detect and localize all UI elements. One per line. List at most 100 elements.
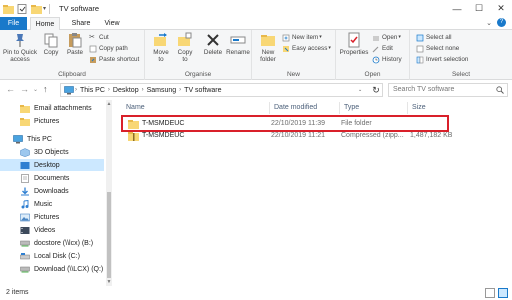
cut-label: Cut xyxy=(99,34,109,41)
address-row: ← → ⌄ ↑ › This PC › Desktop › Samsung › … xyxy=(0,80,512,100)
status-bar: 2 items xyxy=(0,286,512,300)
select-none-icon xyxy=(416,45,424,52)
column-header-date-modified[interactable]: Date modified xyxy=(270,102,340,114)
details-view-icon[interactable] xyxy=(485,288,495,298)
breadcrumb-desktop[interactable]: Desktop xyxy=(113,87,139,94)
nav-item-this-pc[interactable]: This PC xyxy=(0,133,104,145)
delete-label: Delete xyxy=(203,49,223,56)
breadcrumb-tv-software[interactable]: TV software xyxy=(184,87,221,94)
column-header-size[interactable]: Size xyxy=(408,102,458,114)
pin-quick-access-button[interactable]: Pin to Quick access xyxy=(2,32,38,63)
address-bar[interactable]: › This PC › Desktop › Samsung › TV softw… xyxy=(60,83,383,97)
breadcrumb-samsung[interactable]: Samsung xyxy=(147,87,177,94)
cut-button[interactable]: ✂ Cut xyxy=(89,33,109,42)
nav-scrollbar[interactable]: ▲ ▼ xyxy=(106,100,112,286)
new-item-icon xyxy=(282,34,290,41)
column-header-name[interactable]: Name xyxy=(122,102,270,114)
open-icon xyxy=(373,35,379,41)
up-arrow-icon[interactable]: ↑ xyxy=(43,84,48,94)
scroll-up-icon[interactable]: ▲ xyxy=(106,101,112,107)
select-none-label: Select none xyxy=(426,45,460,52)
folder-icon xyxy=(20,104,30,113)
easy-access-button[interactable]: Easy access ▾ xyxy=(282,44,331,53)
pin-icon xyxy=(16,34,24,47)
new-folder-button[interactable]: New folder xyxy=(256,32,280,63)
back-arrow-icon[interactable]: ← xyxy=(6,84,15,94)
refresh-icon[interactable]: ↻ xyxy=(369,83,383,97)
copy-to-button[interactable]: Copy to xyxy=(175,32,195,63)
nav-item-pictures[interactable]: Pictures xyxy=(0,211,104,223)
rename-button[interactable]: Rename xyxy=(226,32,250,56)
forward-arrow-icon[interactable]: → xyxy=(20,84,29,94)
move-to-label: Move to xyxy=(153,49,169,63)
open-label: Open xyxy=(382,34,398,41)
help-icon[interactable]: ? xyxy=(497,18,506,27)
select-group-label: Select xyxy=(451,71,471,78)
window-title: TV software xyxy=(59,4,100,13)
copy-path-button[interactable]: Copy path xyxy=(89,44,128,53)
select-all-label: Select all xyxy=(426,34,452,41)
search-placeholder: Search TV software xyxy=(393,86,455,93)
tab-file[interactable]: File xyxy=(0,17,27,30)
quick-access-dropdown-icon[interactable]: ▾ xyxy=(43,5,46,12)
nav-item-docstore-drive[interactable]: docstore (\\lcx) (B:) xyxy=(0,237,104,249)
ribbon-collapse-icon[interactable]: ⌄ xyxy=(486,19,492,27)
address-dropdown-icon[interactable]: ⌄ xyxy=(358,87,362,93)
edit-label: Edit xyxy=(382,45,393,52)
delete-button[interactable]: Delete xyxy=(202,32,224,56)
select-group: Select all Select none Invert selection … xyxy=(410,30,512,80)
nav-item-label: Local Disk (C:) xyxy=(34,252,80,260)
nav-item-desktop[interactable]: Desktop xyxy=(0,159,104,171)
nav-item-download-drive[interactable]: Download (\\LCX) (Q:) xyxy=(0,263,104,275)
file-name: T-MSMDEUC xyxy=(142,132,185,139)
new-folder-icon xyxy=(261,35,275,46)
nav-item-videos[interactable]: Videos xyxy=(0,224,104,236)
history-label: History xyxy=(382,56,402,63)
minimize-button[interactable]: — xyxy=(446,0,468,17)
properties-button[interactable]: Properties xyxy=(338,32,370,56)
nav-item-label: This PC xyxy=(27,135,52,143)
nav-item-email-attachments[interactable]: Email attachments xyxy=(0,102,104,114)
edit-button[interactable]: Edit xyxy=(372,44,393,53)
nav-item-3d-objects[interactable]: 3D Objects xyxy=(0,146,104,158)
scrollbar-thumb[interactable] xyxy=(107,192,111,278)
properties-quick-access-icon[interactable] xyxy=(17,3,28,14)
select-all-button[interactable]: Select all xyxy=(416,33,452,42)
history-button[interactable]: History xyxy=(372,55,402,64)
new-item-button[interactable]: New item ▾ xyxy=(282,33,322,42)
move-to-button[interactable]: Move to xyxy=(151,32,171,63)
nav-item-music[interactable]: Music xyxy=(0,198,104,210)
large-icons-view-icon[interactable] xyxy=(498,288,508,298)
nav-item-local-disk[interactable]: Local Disk (C:) xyxy=(0,250,104,262)
organise-group: Move to Copy to Delete Rename Organise xyxy=(145,30,252,80)
maximize-button[interactable]: ☐ xyxy=(468,0,490,17)
column-header-type[interactable]: Type xyxy=(340,102,408,114)
nav-item-label: 3D Objects xyxy=(34,148,69,156)
paste-shortcut-label: Paste shortcut xyxy=(99,56,140,63)
videos-icon xyxy=(20,226,30,234)
paste-shortcut-button[interactable]: Paste shortcut xyxy=(89,55,139,64)
nav-item-documents[interactable]: Documents xyxy=(0,172,104,184)
new-folder-quick-access-icon[interactable] xyxy=(31,4,42,14)
open-button[interactable]: Open ▾ xyxy=(372,33,401,42)
invert-selection-button[interactable]: Invert selection xyxy=(416,55,468,64)
tab-share[interactable]: Share xyxy=(66,17,96,30)
easy-access-label: Easy access xyxy=(292,45,328,52)
copy-button[interactable]: Copy xyxy=(41,32,61,56)
recent-locations-icon[interactable]: ⌄ xyxy=(33,86,38,93)
zip-folder-icon xyxy=(128,132,139,141)
select-none-button[interactable]: Select none xyxy=(416,44,459,53)
tab-view[interactable]: View xyxy=(99,17,125,30)
paste-button[interactable]: Paste xyxy=(64,32,86,56)
table-row[interactable]: T-MSMDEUC 22/10/2019 11:21 Compressed (z… xyxy=(122,131,452,141)
close-button[interactable]: ✕ xyxy=(490,0,512,17)
tab-home[interactable]: Home xyxy=(30,17,60,31)
search-input[interactable]: Search TV software xyxy=(388,83,508,97)
navigation-pane: Email attachments Pictures This PC 3D Ob… xyxy=(0,100,112,286)
nav-item-downloads[interactable]: Downloads xyxy=(0,185,104,197)
breadcrumb-this-pc[interactable]: This PC xyxy=(80,87,105,94)
highlight-annotation-box xyxy=(121,115,449,132)
scroll-down-icon[interactable]: ▼ xyxy=(106,279,112,285)
nav-item-pictures-quick[interactable]: Pictures xyxy=(0,115,104,127)
nav-item-label: Pictures xyxy=(34,117,60,125)
